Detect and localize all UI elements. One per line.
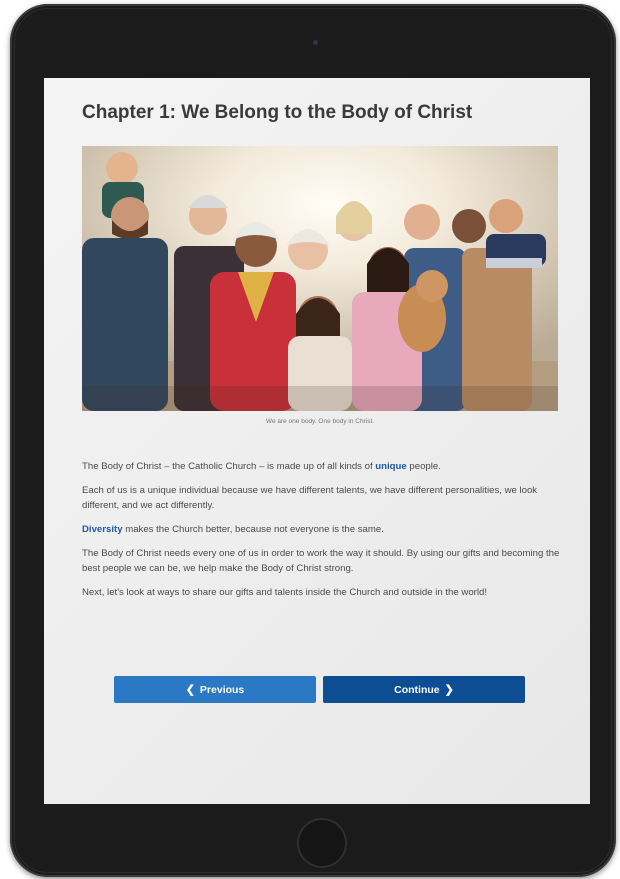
home-button[interactable] [297,818,347,868]
paragraph: The Body of Christ needs every one of us… [82,546,562,576]
paragraph: Next, let's look at ways to share our gi… [82,585,562,600]
lesson-screen: Chapter 1: We Belong to the Body of Chri… [44,78,590,804]
previous-button[interactable]: ❮ Previous [114,676,316,703]
paragraph-text: makes the Church better, because not eve… [122,524,384,535]
paragraph-text: Next, let's look at ways to share our gi… [82,587,487,598]
previous-button-label: Previous [199,683,245,696]
chevron-right-icon: ❯ [444,684,454,696]
keyword-link[interactable]: Diversity [82,524,123,535]
keyword-link[interactable]: unique [375,461,406,472]
paragraph-text: Each of us is a unique individual becaus… [82,485,538,511]
continue-button[interactable]: Continue ❯ [323,676,525,703]
page-title: Chapter 1: We Belong to the Body of Chri… [82,102,473,123]
paragraph: Each of us is a unique individual becaus… [82,483,562,513]
continue-button-label: Continue [394,683,440,696]
family-photo [82,146,558,411]
camera-icon [313,40,318,45]
paragraph-text: The Body of Christ needs every one of us… [82,548,560,574]
paragraph-text: people. [406,461,441,472]
paragraph-text: The Body of Christ – the Catholic Church… [82,461,376,472]
chevron-left-icon: ❮ [185,684,195,696]
lesson-text: The Body of Christ – the Catholic Church… [82,459,562,609]
paragraph: Diversity makes the Church better, becau… [82,522,562,537]
image-caption: We are one body. One body in Christ. [265,418,375,425]
paragraph: The Body of Christ – the Catholic Church… [82,459,562,474]
